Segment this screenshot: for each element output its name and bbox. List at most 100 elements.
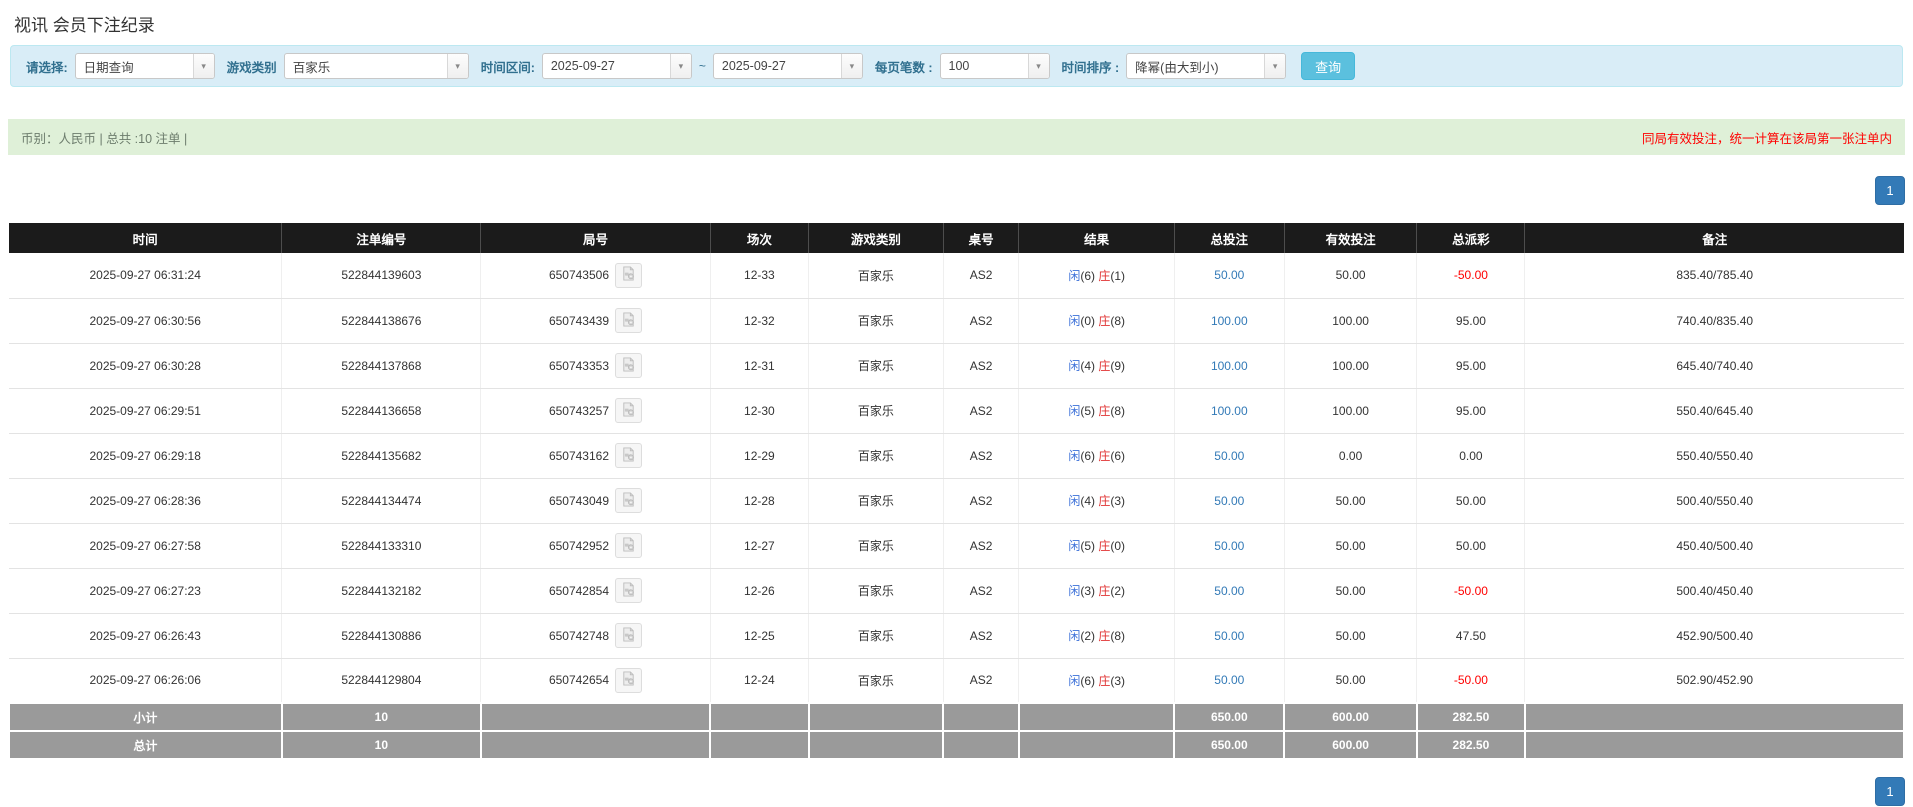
total-row-cell-9: 282.50 (1417, 731, 1525, 759)
session-cell: 12-32 (710, 298, 809, 343)
chevron-down-icon[interactable]: ▾ (447, 54, 468, 78)
time-cell: 2025-09-27 06:26:43 (9, 613, 282, 658)
valid-bet-cell: 100.00 (1284, 343, 1417, 388)
video-replay-button[interactable] (615, 488, 642, 513)
bets-table: 时间注单编号局号场次游戏类别桌号结果总投注有效投注总派彩备注 2025-09-2… (8, 223, 1905, 760)
round-number-cell: 650742654 (481, 658, 710, 703)
total-row-cell-0: 总计 (9, 731, 282, 759)
chevron-down-icon[interactable]: ▾ (841, 54, 862, 78)
video-replay-icon (621, 627, 636, 645)
total-bet-link[interactable]: 50.00 (1214, 584, 1244, 598)
total-bet-link[interactable]: 50.00 (1214, 494, 1244, 508)
payout-cell: 95.00 (1417, 298, 1525, 343)
subtotal-row-cell-10 (1525, 703, 1904, 731)
time-cell: 2025-09-27 06:29:51 (9, 388, 282, 433)
banker-result-value: (8) (1110, 314, 1125, 328)
player-result-value: (0) (1080, 314, 1098, 328)
date-from-value: 2025-09-27 (543, 59, 670, 73)
game-type-cell: 百家乐 (809, 253, 944, 298)
round-number-wrap: 650743506 (549, 263, 642, 288)
round-number-wrap: 650743162 (549, 443, 642, 468)
player-result-value: (3) (1080, 584, 1098, 598)
subtotal-row-cell-2 (481, 703, 710, 731)
session-cell: 12-31 (710, 343, 809, 388)
banker-result-value: (2) (1110, 584, 1125, 598)
payout-cell: -50.00 (1417, 658, 1525, 703)
total-bet-cell: 50.00 (1174, 523, 1284, 568)
player-result-label: 闲 (1068, 584, 1080, 598)
total-bet-link[interactable]: 50.00 (1214, 673, 1244, 687)
session-cell: 12-24 (710, 658, 809, 703)
chevron-down-icon[interactable]: ▾ (670, 54, 691, 78)
round-number-wrap: 650743049 (549, 488, 642, 513)
total-row-cell-6 (1019, 731, 1174, 759)
video-replay-button[interactable] (615, 353, 642, 378)
round-number-cell: 650742952 (481, 523, 710, 568)
total-bet-link[interactable]: 50.00 (1214, 449, 1244, 463)
total-bet-link[interactable]: 100.00 (1211, 404, 1248, 418)
video-replay-button[interactable] (615, 578, 642, 603)
player-result-value: (5) (1080, 404, 1098, 418)
game-type-cell: 百家乐 (809, 613, 944, 658)
total-row-cell-1: 10 (282, 731, 481, 759)
range-separator: ~ (699, 59, 706, 73)
date-to-picker[interactable]: 2025-09-27 ▾ (713, 53, 863, 79)
sort-order-select[interactable]: 降幂(由大到小) ▾ (1126, 53, 1286, 79)
payout-cell: 95.00 (1417, 343, 1525, 388)
session-cell: 12-29 (710, 433, 809, 478)
player-result-value: (6) (1080, 449, 1098, 463)
chevron-down-icon[interactable]: ▾ (1264, 54, 1285, 78)
column-header-4: 游戏类别 (809, 223, 944, 253)
banker-result-value: (9) (1110, 359, 1125, 373)
total-bet-cell: 100.00 (1174, 388, 1284, 433)
total-bet-cell: 50.00 (1174, 568, 1284, 613)
total-bet-link[interactable]: 50.00 (1214, 539, 1244, 553)
chevron-down-icon[interactable]: ▾ (1028, 54, 1049, 78)
page-button[interactable]: 1 (1875, 176, 1905, 205)
video-replay-icon (621, 582, 636, 600)
total-row-cell-10 (1525, 731, 1904, 759)
player-result-label: 闲 (1068, 359, 1080, 373)
game-type-cell: 百家乐 (809, 658, 944, 703)
game-type-cell: 百家乐 (809, 298, 944, 343)
page-size-select[interactable]: 100 ▾ (940, 53, 1050, 79)
total-bet-link[interactable]: 50.00 (1214, 629, 1244, 643)
total-row-cell-4 (809, 731, 944, 759)
game-type-select[interactable]: 百家乐 ▾ (284, 53, 469, 79)
remark-cell: 550.40/645.40 (1525, 388, 1904, 433)
game-type-label: 游戏类别 (227, 57, 277, 76)
total-bet-link[interactable]: 100.00 (1211, 314, 1248, 328)
page-button[interactable]: 1 (1875, 777, 1905, 806)
result-cell: 闲(4) 庄(9) (1019, 343, 1174, 388)
result-cell: 闲(3) 庄(2) (1019, 568, 1174, 613)
video-replay-button[interactable] (615, 443, 642, 468)
subtotal-row-cell-6 (1019, 703, 1174, 731)
video-replay-icon (621, 402, 636, 420)
video-replay-button[interactable] (615, 398, 642, 423)
date-from-picker[interactable]: 2025-09-27 ▾ (542, 53, 692, 79)
subtotal-row-cell-7: 650.00 (1174, 703, 1284, 731)
banker-result-label: 庄 (1098, 629, 1110, 643)
banker-result-label: 庄 (1098, 494, 1110, 508)
video-replay-button[interactable] (615, 263, 642, 288)
table-number-cell: AS2 (943, 523, 1019, 568)
search-button[interactable]: 查询 (1301, 52, 1355, 80)
query-type-select[interactable]: 日期查询 ▾ (75, 53, 215, 79)
date-range-label: 时间区间: (481, 57, 535, 76)
total-bet-link[interactable]: 100.00 (1211, 359, 1248, 373)
payout-cell: 95.00 (1417, 388, 1525, 433)
video-replay-button[interactable] (615, 623, 642, 648)
page-size-value: 100 (941, 59, 1028, 73)
video-replay-button[interactable] (615, 533, 642, 558)
total-row-cell-3 (710, 731, 809, 759)
time-cell: 2025-09-27 06:31:24 (9, 253, 282, 298)
video-replay-button[interactable] (615, 668, 642, 693)
result-cell: 闲(5) 庄(8) (1019, 388, 1174, 433)
total-bet-link[interactable]: 50.00 (1214, 268, 1244, 282)
table-row: 2025-09-27 06:29:51522844136658650743257… (9, 388, 1904, 433)
round-number: 650742654 (549, 673, 609, 687)
video-replay-button[interactable] (615, 308, 642, 333)
bet-number-cell: 522844139603 (282, 253, 481, 298)
round-number-cell: 650743257 (481, 388, 710, 433)
chevron-down-icon[interactable]: ▾ (193, 54, 214, 78)
